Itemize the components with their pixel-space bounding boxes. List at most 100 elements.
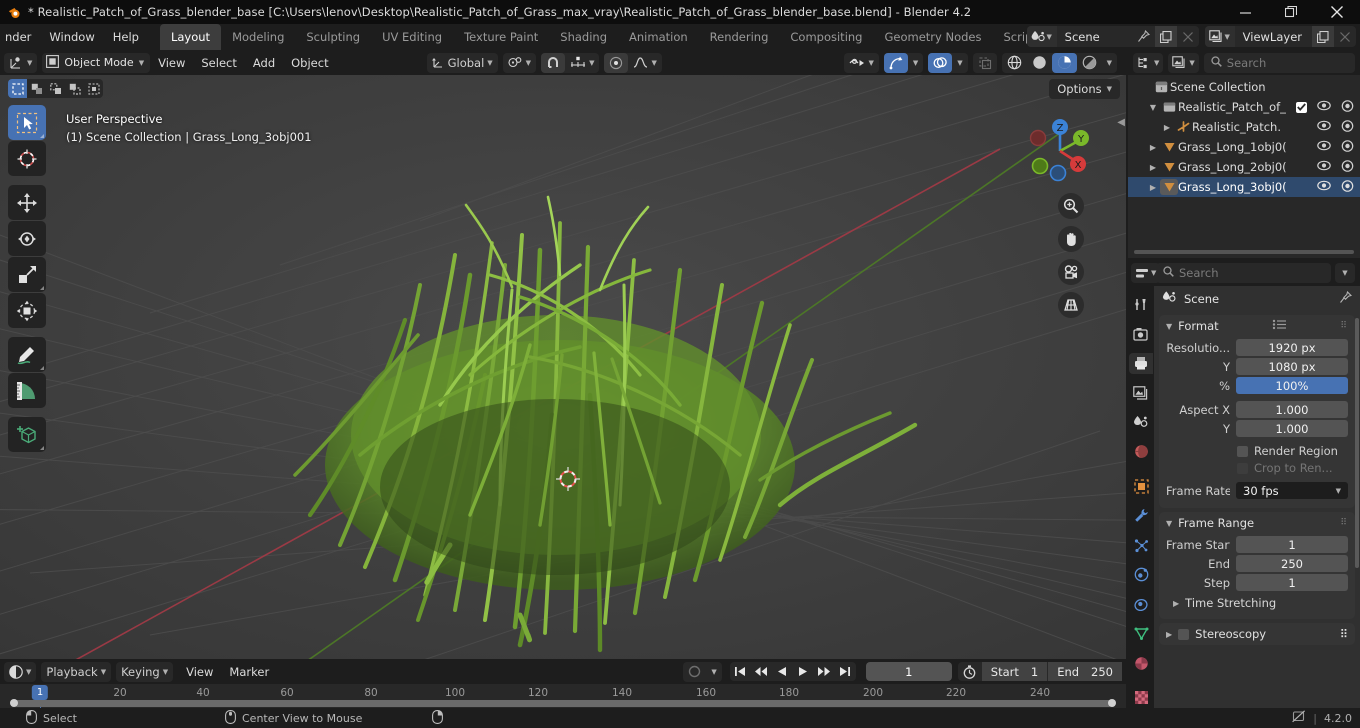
world-properties-tab[interactable] xyxy=(1129,442,1153,463)
outliner-row-grass1[interactable]: ▶ Grass_Long_1obj0( xyxy=(1128,137,1360,157)
crop-to-render-checkbox-row[interactable]: Crop to Ren... xyxy=(1237,461,1348,475)
timeline-scrollbar[interactable] xyxy=(0,699,1126,708)
shading-modes-group[interactable]: ▼ xyxy=(1001,52,1117,73)
particle-properties-tab[interactable] xyxy=(1129,535,1153,556)
stereoscopy-checkbox[interactable] xyxy=(1178,628,1190,640)
editor-type-selector[interactable]: ▼ xyxy=(4,52,38,73)
scene-name[interactable]: Scene xyxy=(1057,30,1133,44)
menu-window[interactable]: Window xyxy=(40,27,103,47)
resolution-y-row[interactable]: Y 1080 px xyxy=(1166,358,1348,375)
frame-step-row[interactable]: Step 1 xyxy=(1166,574,1348,591)
tab-modeling[interactable]: Modeling xyxy=(221,24,295,50)
output-properties-tab[interactable] xyxy=(1129,353,1153,374)
data-properties-tab[interactable] xyxy=(1129,624,1153,645)
render-region-checkbox-row[interactable]: Render Region xyxy=(1237,444,1348,458)
camera-render-icon[interactable] xyxy=(1341,159,1354,175)
snap-increment-icon[interactable]: ▼ xyxy=(565,53,599,73)
chevron-right-icon[interactable]: ▶ xyxy=(1160,123,1174,132)
prev-keyframe-icon[interactable] xyxy=(751,662,772,681)
viewport-menu-select[interactable]: Select xyxy=(193,56,244,70)
current-frame-field[interactable]: 1 xyxy=(865,662,952,681)
snap-magnet-icon[interactable] xyxy=(541,52,566,73)
play-icon[interactable] xyxy=(793,662,814,681)
crop-to-render-checkbox[interactable] xyxy=(1237,462,1248,474)
tab-animation[interactable]: Animation xyxy=(618,24,699,50)
texture-properties-tab[interactable] xyxy=(1129,688,1153,709)
pin-icon[interactable] xyxy=(1339,290,1353,307)
outliner-tree[interactable]: Scene Collection ▼ Realistic_Patch_of_ ▶… xyxy=(1128,75,1360,258)
jump-end-icon[interactable] xyxy=(835,662,856,681)
solid-shading-icon[interactable] xyxy=(1027,53,1052,73)
grip-dots-icon[interactable]: ⠿ xyxy=(1340,627,1348,641)
properties-panel-body[interactable]: Scene ▼ Format ⠿ Resolutio... 1920 px Y … xyxy=(1154,286,1360,708)
render-region-checkbox[interactable] xyxy=(1237,445,1248,457)
wireframe-shading-icon[interactable] xyxy=(1002,53,1027,73)
playback-menu[interactable]: Playback ▼ xyxy=(41,661,112,682)
editor-type-timeline-icon[interactable]: ▼ xyxy=(4,662,36,682)
view-layer-properties-tab[interactable] xyxy=(1129,383,1153,404)
properties-options-caret[interactable]: ▼ xyxy=(1335,263,1355,283)
constraint-properties-tab[interactable] xyxy=(1129,594,1153,615)
tab-sculpting[interactable]: Sculpting xyxy=(295,24,371,50)
measure-tool[interactable] xyxy=(8,373,46,408)
camera-render-icon[interactable] xyxy=(1341,119,1354,135)
record-circle-icon[interactable] xyxy=(683,662,706,682)
viewport-nav-buttons[interactable] xyxy=(1058,193,1084,318)
frame-rate-row[interactable]: Frame Rate 30 fps ▼ xyxy=(1166,482,1348,499)
chevron-down-icon[interactable]: ▼ xyxy=(1146,103,1160,112)
material-preview-shading-icon[interactable] xyxy=(1051,52,1077,73)
tool-properties-tab[interactable] xyxy=(1129,294,1153,315)
pivot-point-icon[interactable]: ▼ xyxy=(503,53,536,73)
viewport-options-button[interactable]: Options ▼ xyxy=(1049,79,1120,99)
jump-start-icon[interactable] xyxy=(730,662,751,681)
render-properties-tab[interactable] xyxy=(1129,324,1153,345)
chevron-right-icon[interactable]: ▶ xyxy=(1146,143,1160,152)
keying-menu[interactable]: Keying ▼ xyxy=(116,661,174,682)
timeline-menu-marker[interactable]: Marker xyxy=(221,665,277,679)
timeline-menu-view[interactable]: View xyxy=(178,665,221,679)
viewlayer-name[interactable]: ViewLayer xyxy=(1235,30,1312,44)
xray-group[interactable] xyxy=(972,52,997,73)
format-panel-header[interactable]: ▼ Format ⠿ xyxy=(1159,315,1355,337)
frame-start-row[interactable]: Frame Start 1 xyxy=(1166,536,1348,553)
properties-search-input[interactable]: Search xyxy=(1156,263,1331,283)
object-properties-tab[interactable] xyxy=(1129,476,1153,497)
camera-render-icon[interactable] xyxy=(1341,139,1354,155)
outliner-display-mode-icon[interactable]: ▼ xyxy=(1133,52,1164,73)
cursor-tool[interactable] xyxy=(8,141,46,176)
properties-tab-column[interactable] xyxy=(1128,286,1154,708)
viewport-menu-add[interactable]: Add xyxy=(245,56,283,70)
outliner-row-scene-collection[interactable]: Scene Collection xyxy=(1128,77,1360,97)
camera-render-icon[interactable] xyxy=(1341,179,1354,195)
aspect-y-row[interactable]: Y 1.000 xyxy=(1166,420,1348,437)
xray-icon[interactable] xyxy=(973,53,997,73)
physics-properties-tab[interactable] xyxy=(1129,565,1153,586)
proportional-edit-icon[interactable] xyxy=(604,52,629,73)
falloff-smooth-icon[interactable]: ▼ xyxy=(628,53,661,73)
grip-dots-icon[interactable]: ⠿ xyxy=(1340,518,1348,528)
resolution-percent-row[interactable]: % 100% xyxy=(1166,377,1348,394)
menu-render[interactable]: nder xyxy=(0,27,40,47)
modifier-properties-tab[interactable] xyxy=(1129,506,1153,527)
timeline-editor-type[interactable]: ▼ xyxy=(4,661,37,682)
viewport-menu-view[interactable]: View xyxy=(150,56,193,70)
frame-range-panel[interactable]: ▼ Frame Range ⠿ Frame Start 1 End 250 St… xyxy=(1159,512,1355,619)
scene-properties-tab[interactable] xyxy=(1129,412,1153,433)
new-scene-icon[interactable] xyxy=(1154,26,1177,47)
chevron-right-icon[interactable]: ▶ xyxy=(1146,183,1160,192)
aspect-x-field[interactable]: 1.000 xyxy=(1236,401,1348,418)
play-reverse-icon[interactable] xyxy=(772,662,793,681)
overlays-icon[interactable] xyxy=(928,52,953,73)
hand-icon[interactable] xyxy=(1058,226,1084,252)
menu-help[interactable]: Help xyxy=(104,27,148,47)
select-mode-group[interactable] xyxy=(8,79,103,98)
overlays-group[interactable]: ▼ xyxy=(928,52,968,73)
auto-keying-caret[interactable]: ▼ xyxy=(706,662,721,682)
eye-icon[interactable] xyxy=(1317,120,1331,134)
keying-label[interactable]: Keying ▼ xyxy=(116,662,173,682)
playhead-label[interactable]: 1 xyxy=(31,685,49,700)
editor-type-properties-icon[interactable]: ▼ xyxy=(1131,263,1161,283)
visibility-eye-icon[interactable]: ▼ xyxy=(844,53,878,73)
tab-layout[interactable]: Layout xyxy=(159,24,222,50)
pivot-point-selector[interactable]: ▼ xyxy=(502,52,537,73)
